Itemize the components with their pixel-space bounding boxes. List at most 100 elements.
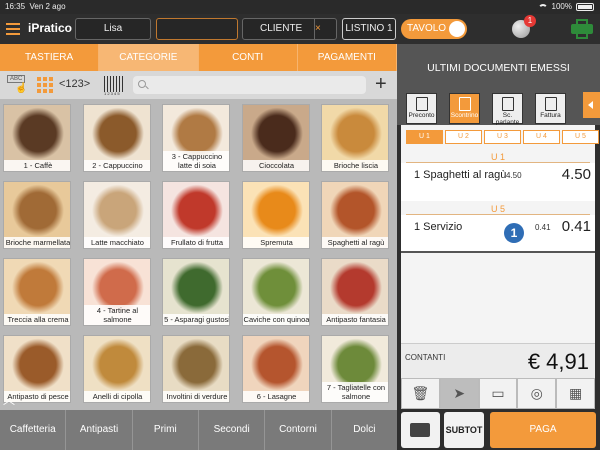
payment-bar: SUBTOT PAGA bbox=[397, 409, 600, 450]
product-tile[interactable]: 7 - Tagliatelle con salmone bbox=[321, 335, 389, 403]
wallet-icon bbox=[410, 423, 430, 437]
product-tile[interactable]: 2 - Cappuccino bbox=[82, 104, 151, 172]
keyboard-touch-icon[interactable]: ABC ☝ bbox=[7, 75, 29, 95]
product-tile[interactable]: Caviche con quinoa bbox=[241, 258, 310, 326]
tavolo-toggle[interactable]: TAVOLO bbox=[401, 19, 467, 39]
listino-button[interactable]: LISTINO 1 bbox=[342, 18, 396, 40]
product-label: 2 - Cappuccino bbox=[83, 160, 150, 171]
search-input[interactable] bbox=[133, 76, 366, 94]
user-u1[interactable]: U 1 bbox=[406, 130, 443, 144]
clear-cliente-icon[interactable]: × bbox=[314, 19, 336, 39]
product-tile[interactable]: Spaghetti al ragù bbox=[321, 181, 389, 249]
category-contorni[interactable]: Contorni bbox=[265, 410, 332, 450]
send-button[interactable]: ➤ bbox=[439, 378, 479, 409]
status-right: 100% bbox=[537, 0, 594, 14]
category-primi[interactable]: Primi bbox=[133, 410, 199, 450]
product-tile[interactable]: Frullato di frutta bbox=[162, 181, 230, 249]
product-label: Anelli di cipolla bbox=[83, 391, 150, 402]
product-tile[interactable]: Cioccolata bbox=[241, 104, 310, 172]
user-selector: U 1 U 2 U 3 U 4 U 5 bbox=[406, 130, 599, 144]
product-tile[interactable]: Involtini di verdure bbox=[162, 335, 230, 403]
barcode-icon[interactable] bbox=[104, 76, 124, 92]
doc-tab-scontrino[interactable]: Scontrino bbox=[449, 93, 480, 124]
tab-categorie[interactable]: CATEGORIE bbox=[99, 44, 199, 71]
category-dolci[interactable]: Dolci bbox=[332, 410, 397, 450]
side-handle-chevron-icon[interactable] bbox=[583, 92, 600, 118]
item-qty-name: 1 Spaghetti al ragù bbox=[414, 169, 507, 181]
doc-tab-label: Preconto bbox=[408, 112, 435, 119]
payment-summary: CONTANTI € 4,91 bbox=[401, 343, 595, 378]
product-label: Spremuta bbox=[242, 237, 309, 248]
search-doc-icon bbox=[415, 97, 428, 111]
qr-button[interactable]: ▦ bbox=[556, 378, 595, 409]
product-label: 7 - Tagliatelle con salmone bbox=[322, 382, 388, 402]
tab-tastiera[interactable]: TASTIERA bbox=[0, 44, 100, 71]
product-tile[interactable]: Brioche liscia bbox=[321, 104, 389, 172]
product-tile[interactable]: Spremuta bbox=[241, 181, 310, 249]
product-label: 1 - Caffè bbox=[4, 160, 70, 171]
receipt-row[interactable]: 1 Servizio 1 0.41 0.41 bbox=[401, 215, 595, 253]
row-separator bbox=[401, 251, 595, 253]
delete-button[interactable]: 🗑 bbox=[401, 378, 440, 409]
battery-percent: 100% bbox=[551, 2, 572, 11]
receipt-row[interactable]: 1 Spaghetti al ragù 4.50 4.50 bbox=[401, 163, 595, 201]
paper-plane-icon: ➤ bbox=[453, 385, 466, 401]
product-tile[interactable]: Brioche marmellata bbox=[3, 181, 71, 249]
tab-conti[interactable]: CONTI bbox=[199, 44, 298, 71]
main-tabs: TASTIERA CATEGORIE CONTI PAGAMENTI bbox=[0, 44, 397, 71]
product-label: Cioccolata bbox=[242, 160, 309, 171]
tab-pagamenti[interactable]: PAGAMENTI bbox=[298, 44, 397, 71]
product-tile[interactable]: 4 - Tartine al salmone bbox=[82, 258, 151, 326]
menu-icon[interactable] bbox=[6, 23, 20, 35]
user-u4[interactable]: U 4 bbox=[523, 130, 560, 144]
product-tile[interactable]: Treccia alla crema bbox=[3, 258, 71, 326]
search-icon bbox=[138, 80, 146, 88]
subtot-button[interactable]: SUBTOT bbox=[444, 412, 484, 448]
doc-tab-fattura[interactable]: Fattura bbox=[535, 93, 566, 124]
product-tile[interactable]: 3 - Cappuccino latte di soia bbox=[162, 104, 230, 172]
battery-icon bbox=[576, 3, 594, 11]
category-antipasti[interactable]: Antipasti bbox=[66, 410, 133, 450]
product-tile[interactable]: 1 - Caffè bbox=[3, 104, 71, 172]
product-label: Caviche con quinoa bbox=[242, 314, 310, 325]
user-u5[interactable]: U 5 bbox=[562, 130, 599, 144]
coin-icon: ◎ bbox=[530, 385, 543, 401]
free-field[interactable] bbox=[156, 18, 238, 40]
tavolo-label: TAVOLO bbox=[407, 23, 447, 34]
total-amount: € 4,91 bbox=[527, 349, 589, 374]
tray-button[interactable]: ▭ bbox=[478, 378, 518, 409]
product-tile[interactable]: Antipasto fantasia bbox=[321, 258, 389, 326]
category-secondi[interactable]: Secondi bbox=[199, 410, 266, 450]
toggle-knob bbox=[449, 21, 465, 37]
doc-tab-sc-parlante[interactable]: Sc. parlante bbox=[492, 93, 523, 126]
add-icon[interactable]: + bbox=[375, 73, 387, 96]
document-tabs: Preconto Scontrino Sc. parlante Fattura bbox=[397, 92, 600, 126]
user-u2[interactable]: U 2 bbox=[445, 130, 482, 144]
doc-tab-preconto[interactable]: Preconto bbox=[406, 93, 437, 124]
category-caffetteria[interactable]: Caffetteria bbox=[0, 410, 67, 450]
wifi-icon bbox=[537, 3, 548, 11]
grid-view-icon[interactable] bbox=[37, 77, 53, 93]
product-label: 3 - Cappuccino latte di soia bbox=[163, 151, 229, 171]
trash-icon: 🗑 bbox=[411, 385, 430, 401]
numpad-button[interactable]: <123> bbox=[59, 78, 90, 90]
product-label: Involtini di verdure bbox=[163, 391, 229, 402]
product-tile[interactable]: Anelli di cipolla bbox=[82, 335, 151, 403]
doc-tab-label: Scontrino bbox=[450, 112, 479, 119]
paga-button[interactable]: PAGA bbox=[490, 412, 596, 448]
coin-button[interactable]: ◎ bbox=[517, 378, 557, 409]
operator-button[interactable]: Lisa bbox=[75, 18, 151, 40]
product-tile[interactable]: Latte macchiato bbox=[82, 181, 151, 249]
product-tile[interactable]: 6 - Lasagne bbox=[241, 335, 310, 403]
user-u3[interactable]: U 3 bbox=[484, 130, 521, 144]
item-qty-name: 1 Servizio bbox=[414, 221, 463, 233]
chevron-up-icon[interactable]: ︿ bbox=[3, 391, 25, 407]
count-bubble[interactable]: 1 bbox=[504, 223, 524, 243]
cliente-button[interactable]: CLIENTE × bbox=[242, 18, 337, 40]
printer-icon[interactable] bbox=[571, 19, 593, 39]
action-row: 🗑 ➤ ▭ ◎ ▦ bbox=[401, 378, 595, 409]
product-tile[interactable]: 5 - Asparagi gustosi bbox=[162, 258, 230, 326]
wallet-button[interactable] bbox=[401, 412, 440, 448]
doc-tab-label: Fattura bbox=[540, 112, 561, 119]
product-label: Brioche marmellata bbox=[4, 237, 71, 248]
